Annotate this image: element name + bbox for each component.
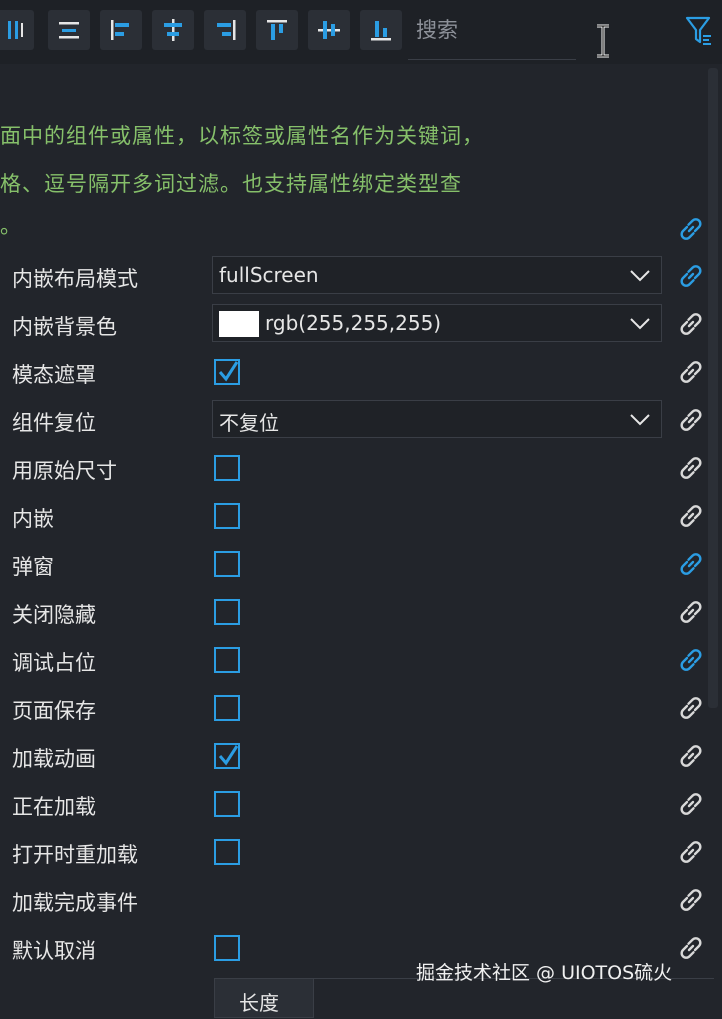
- property-label: 弹窗: [12, 555, 54, 579]
- link-icon[interactable]: [676, 789, 706, 819]
- property-row: 内嵌布局模式 fullScreen: [0, 253, 722, 301]
- property-row: 调试占位: [0, 637, 722, 685]
- align-middle-vertical-icon[interactable]: [308, 10, 350, 50]
- property-label: 模态遮罩: [12, 363, 96, 387]
- search-hint: 面中的组件或属性，以标签或属性名作为关键词， 格、逗号隔开多词过滤。也支持属性绑…: [0, 112, 600, 250]
- property-checkbox[interactable]: [214, 935, 240, 961]
- link-icon[interactable]: [676, 501, 706, 531]
- chevron-down-icon[interactable]: [629, 315, 651, 335]
- property-label: 用原始尺寸: [12, 459, 117, 483]
- watermark: 掘金技术社区 @ UIOTOS硫火: [416, 962, 673, 984]
- property-row: 弹窗: [0, 541, 722, 589]
- property-checkbox[interactable]: [214, 743, 240, 769]
- link-icon[interactable]: [676, 453, 706, 483]
- property-checkbox[interactable]: [214, 839, 240, 865]
- toolbar: [0, 0, 722, 64]
- property-checkbox[interactable]: [214, 791, 240, 817]
- search-input[interactable]: [408, 10, 588, 50]
- property-checkbox[interactable]: [214, 503, 240, 529]
- align-left-icon[interactable]: [100, 10, 142, 50]
- filter-icon[interactable]: [684, 14, 714, 48]
- property-select[interactable]: fullScreen: [212, 256, 662, 294]
- align-right-icon[interactable]: [204, 10, 246, 50]
- link-icon[interactable]: [676, 933, 706, 963]
- select-value: fullScreen: [219, 263, 319, 287]
- link-icon[interactable]: [676, 214, 706, 244]
- color-swatch[interactable]: [219, 311, 259, 337]
- property-label: 内嵌布局模式: [12, 267, 138, 291]
- property-row: 内嵌背景色 rgb(255,255,255): [0, 301, 722, 349]
- property-label: 调试占位: [12, 651, 96, 675]
- property-row: 组件复位 不复位: [0, 397, 722, 445]
- align-columns-icon[interactable]: [0, 10, 34, 50]
- link-icon[interactable]: [676, 261, 706, 291]
- align-center-horizontal-icon[interactable]: [152, 10, 194, 50]
- align-top-icon[interactable]: [256, 10, 298, 50]
- chevron-down-icon[interactable]: [629, 411, 651, 431]
- property-checkbox[interactable]: [214, 551, 240, 577]
- text-cursor-icon: [597, 24, 609, 58]
- property-row: 用原始尺寸: [0, 445, 722, 493]
- property-checkbox[interactable]: [214, 647, 240, 673]
- link-icon[interactable]: [676, 309, 706, 339]
- property-row: 打开时重加载: [0, 829, 722, 877]
- link-icon[interactable]: [676, 645, 706, 675]
- property-label: 内嵌背景色: [12, 315, 117, 339]
- align-rows-icon[interactable]: [48, 10, 90, 50]
- property-label: 页面保存: [12, 699, 96, 723]
- property-checkbox[interactable]: [214, 599, 240, 625]
- link-icon[interactable]: [676, 597, 706, 627]
- link-icon[interactable]: [676, 357, 706, 387]
- align-bottom-icon[interactable]: [360, 10, 402, 50]
- link-icon[interactable]: [676, 885, 706, 915]
- select-value: 不复位: [219, 411, 279, 435]
- hint-line-3: 。: [0, 214, 22, 238]
- property-row: 内嵌: [0, 493, 722, 541]
- property-label: 加载动画: [12, 747, 96, 771]
- property-label: 内嵌: [12, 507, 54, 531]
- link-icon[interactable]: [676, 549, 706, 579]
- property-row: 模态遮罩: [0, 349, 722, 397]
- hint-line-2: 格、逗号隔开多词过滤。也支持属性绑定类型查: [0, 172, 462, 196]
- property-row: 页面保存: [0, 685, 722, 733]
- property-checkbox[interactable]: [214, 359, 240, 385]
- search-underline: [408, 59, 576, 60]
- select-value: rgb(255,255,255): [265, 311, 442, 335]
- link-icon[interactable]: [676, 837, 706, 867]
- property-checkbox[interactable]: [214, 455, 240, 481]
- property-row: 正在加载: [0, 781, 722, 829]
- property-label: 关闭隐藏: [12, 603, 96, 627]
- link-icon[interactable]: [676, 405, 706, 435]
- table-header-length[interactable]: 长度: [214, 978, 314, 1018]
- link-icon[interactable]: [676, 693, 706, 723]
- property-label: 默认取消: [12, 939, 96, 963]
- property-row: 加载动画: [0, 733, 722, 781]
- hint-line-1: 面中的组件或属性，以标签或属性名作为关键词，: [0, 124, 484, 148]
- link-icon[interactable]: [676, 741, 706, 771]
- property-label: 加载完成事件: [12, 891, 138, 915]
- color-select[interactable]: rgb(255,255,255): [212, 304, 662, 342]
- chevron-down-icon[interactable]: [629, 267, 651, 287]
- property-select[interactable]: 不复位: [212, 400, 662, 438]
- property-row: 加载完成事件: [0, 877, 722, 925]
- property-label: 组件复位: [12, 411, 96, 435]
- property-label: 正在加载: [12, 795, 96, 819]
- property-row: 关闭隐藏: [0, 589, 722, 637]
- property-checkbox[interactable]: [214, 695, 240, 721]
- property-label: 打开时重加载: [12, 843, 138, 867]
- table-header-length-label: 长度: [239, 991, 279, 1015]
